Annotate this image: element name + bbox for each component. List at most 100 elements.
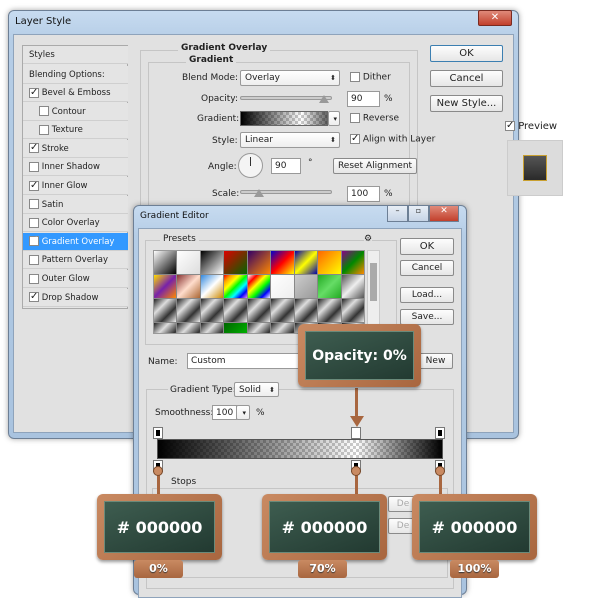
checkbox[interactable]: ✓	[29, 292, 39, 303]
cancel-button[interactable]: Cancel	[400, 260, 454, 276]
style-item[interactable]: ✓ Bevel & Emboss	[23, 84, 128, 102]
angle-input[interactable]: 90	[271, 158, 301, 174]
preset-swatch[interactable]	[318, 251, 341, 274]
smoothness-input[interactable]: 100	[212, 405, 237, 420]
maximize-button[interactable]: ▫	[408, 206, 429, 222]
style-item[interactable]: Inner Shadow	[23, 158, 128, 177]
preset-swatch[interactable]	[200, 323, 224, 333]
style-item[interactable]: Styles	[23, 46, 128, 64]
checkbox[interactable]: ✓	[350, 134, 360, 144]
style-item[interactable]: Satin	[23, 195, 128, 214]
preset-swatch[interactable]	[177, 275, 200, 298]
gradient-bar[interactable]	[157, 439, 443, 459]
style-select[interactable]: Linear ⬍	[240, 132, 340, 148]
style-item[interactable]: ✓ Gradient Overlay	[23, 232, 128, 251]
opacity-input[interactable]: 90	[347, 91, 380, 107]
angle-dial[interactable]	[238, 153, 263, 178]
dither-checkbox[interactable]: Dither	[350, 72, 391, 83]
new-style-button[interactable]: New Style...	[430, 95, 503, 112]
preset-swatch[interactable]	[247, 251, 271, 274]
minimize-button[interactable]: –	[387, 206, 408, 222]
checkbox[interactable]	[350, 72, 360, 82]
opacity-stop-70[interactable]	[351, 427, 361, 439]
checkbox[interactable]	[29, 217, 39, 228]
preset-swatch[interactable]	[271, 323, 294, 333]
checkbox[interactable]	[29, 161, 39, 172]
checkbox[interactable]: ✓	[29, 143, 39, 154]
opacity-slider-thumb[interactable]	[319, 95, 329, 103]
new-button[interactable]: New	[418, 353, 453, 369]
checkbox[interactable]	[29, 199, 39, 210]
preset-swatch[interactable]	[154, 275, 177, 298]
checkbox[interactable]	[29, 273, 39, 284]
style-item[interactable]: Contour	[23, 102, 128, 121]
opacity-stop-100[interactable]	[435, 427, 445, 439]
align-with-layer-checkbox[interactable]: ✓ Align with Layer	[350, 134, 435, 145]
checkbox[interactable]	[39, 106, 49, 117]
preset-swatch[interactable]	[271, 251, 294, 274]
checkbox[interactable]: ✓	[505, 121, 515, 131]
blend-mode-select[interactable]: Overlay ⬍	[240, 70, 340, 86]
preset-swatch[interactable]	[200, 251, 224, 274]
style-item[interactable]: ✓ Drop Shadow	[23, 288, 128, 307]
preset-swatch[interactable]	[341, 275, 364, 298]
preset-swatch[interactable]	[271, 275, 294, 298]
style-item[interactable]: Blending Options: Default	[23, 66, 128, 98]
preset-swatch[interactable]	[200, 299, 224, 322]
scale-input[interactable]: 100	[347, 186, 380, 202]
load-button[interactable]: Load...	[400, 287, 454, 303]
preset-swatch[interactable]	[177, 323, 200, 333]
style-item[interactable]: Outer Glow	[23, 270, 128, 288]
presets-grid[interactable]	[153, 250, 365, 334]
preset-swatch[interactable]	[200, 275, 224, 298]
checkbox[interactable]: ✓	[29, 180, 39, 191]
preset-swatch[interactable]	[294, 251, 318, 274]
checkbox[interactable]: ✓	[29, 87, 39, 98]
preset-swatch[interactable]	[154, 251, 177, 274]
scale-slider-thumb[interactable]	[254, 189, 264, 197]
style-item[interactable]: ✓ Stroke	[23, 139, 128, 158]
close-button[interactable]: ✕	[429, 206, 459, 222]
style-item[interactable]: Color Overlay	[23, 214, 128, 233]
preset-swatch[interactable]	[224, 275, 247, 298]
preset-swatch[interactable]	[294, 275, 318, 298]
preset-swatch[interactable]	[294, 299, 318, 322]
preset-swatch[interactable]	[224, 251, 247, 274]
ok-button[interactable]: OK	[430, 45, 503, 62]
checkbox[interactable]	[350, 113, 360, 123]
checkbox[interactable]	[29, 254, 39, 265]
checkbox[interactable]	[39, 124, 49, 135]
preset-swatch[interactable]	[177, 299, 200, 322]
preset-swatch[interactable]	[341, 251, 364, 274]
opacity-stop-0[interactable]	[153, 427, 163, 439]
preset-swatch[interactable]	[271, 299, 294, 322]
preset-swatch[interactable]	[341, 299, 364, 322]
preset-swatch[interactable]	[247, 299, 271, 322]
smoothness-dropdown[interactable]: ▾	[236, 405, 250, 420]
close-button[interactable]: ✕	[478, 10, 512, 26]
checkbox[interactable]: ✓	[29, 236, 39, 247]
preset-swatch[interactable]	[247, 275, 271, 298]
gradient-type-select[interactable]: Solid ⬍	[234, 382, 279, 397]
reset-alignment-button[interactable]: Reset Alignment	[333, 158, 417, 174]
ok-button[interactable]: OK	[400, 238, 454, 255]
gear-icon[interactable]: ⚙	[364, 234, 373, 244]
preset-swatch[interactable]	[154, 323, 177, 333]
name-input[interactable]: Custom	[187, 353, 307, 369]
preset-swatch[interactable]	[318, 299, 341, 322]
preview-checkbox[interactable]: ✓ Preview	[505, 121, 557, 132]
save-button[interactable]: Save...	[400, 309, 454, 325]
style-item[interactable]: ✓ Inner Glow	[23, 177, 128, 195]
preset-swatch[interactable]	[224, 323, 247, 333]
preset-swatch[interactable]	[154, 299, 177, 322]
reverse-checkbox[interactable]: Reverse	[350, 113, 399, 124]
preset-swatch[interactable]	[224, 299, 247, 322]
presets-scrollbar[interactable]	[367, 250, 380, 334]
style-item[interactable]: Pattern Overlay	[23, 251, 128, 270]
cancel-button[interactable]: Cancel	[430, 70, 503, 87]
gradient-swatch[interactable]	[240, 111, 328, 126]
preset-swatch[interactable]	[177, 251, 200, 274]
preset-swatch[interactable]	[318, 275, 341, 298]
style-item[interactable]: Texture	[23, 121, 128, 140]
gradient-dropdown[interactable]: ▾	[328, 111, 340, 126]
